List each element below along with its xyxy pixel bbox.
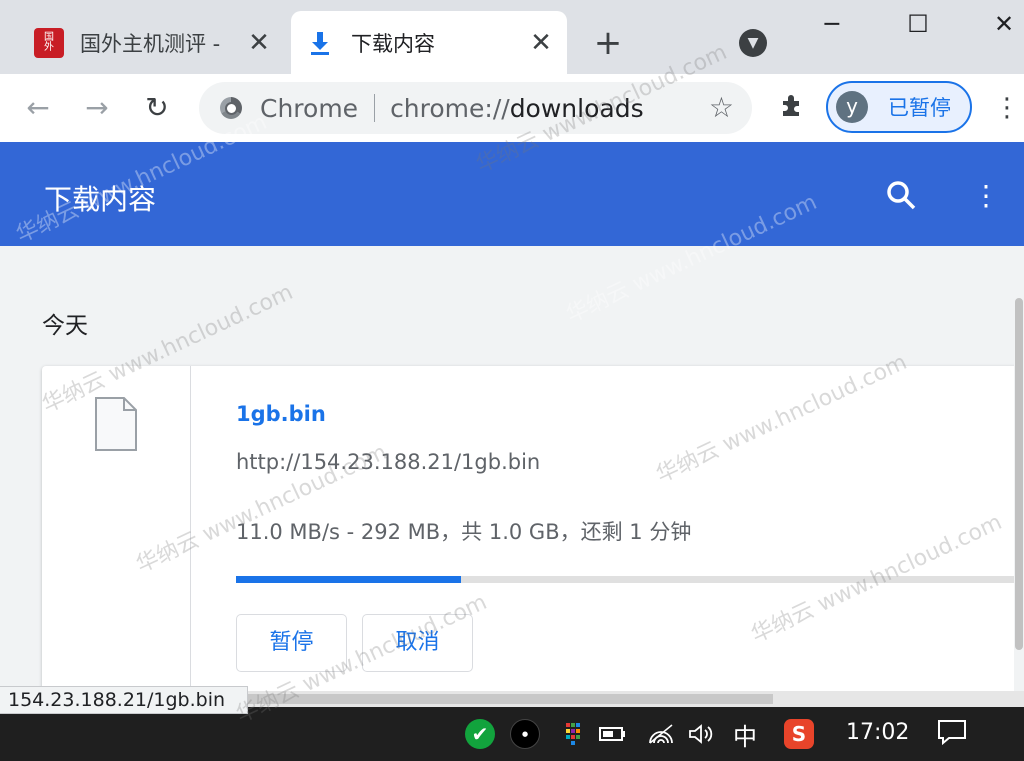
card-divider	[190, 366, 191, 691]
profile-status-label: 已暂停	[888, 96, 951, 120]
progress-fill	[236, 576, 461, 583]
new-tab-button[interactable]: +	[590, 26, 626, 62]
back-arrow-icon[interactable]: ←	[21, 91, 55, 125]
downloads-header: 下载内容 ⋮	[0, 142, 1024, 246]
address-bar[interactable]: Chrome chrome://downloads ☆	[199, 82, 752, 134]
search-icon[interactable]	[884, 178, 920, 214]
site-origin: Chrome	[260, 93, 359, 123]
download-arrow-icon	[305, 28, 335, 58]
downloads-list: 今天 1gb.bin http://154.23.188.21/1gb.bin …	[0, 246, 1024, 691]
file-name-link[interactable]: 1gb.bin	[236, 402, 326, 426]
browser-toolbar: ← → ↻ Chrome chrome://downloads ☆ y 已暂停 …	[0, 74, 1024, 142]
clock[interactable]: 17:02	[846, 720, 909, 745]
cancel-button[interactable]: 取消	[362, 614, 473, 672]
forward-arrow-icon[interactable]: →	[80, 91, 114, 125]
origin-separator	[374, 94, 376, 122]
close-tab-icon[interactable]: ✕	[529, 30, 553, 56]
browser-menu-icon[interactable]: ⋮	[994, 92, 1020, 124]
wifi-icon[interactable]	[646, 719, 676, 749]
tab-search-icon[interactable]: ▼	[739, 29, 767, 57]
security-check-icon[interactable]: ✔	[465, 719, 495, 749]
file-icon	[94, 396, 138, 452]
scrollbar-thumb[interactable]	[248, 694, 773, 704]
extensions-puzzle-icon[interactable]	[776, 92, 808, 124]
page-title: 下载内容	[44, 183, 157, 216]
tab-strip: 国外 国外主机测评 - ✕ 下载内容 ✕ + ▼ ─ ☐ ✕	[0, 0, 1024, 74]
color-grid-icon[interactable]	[558, 719, 588, 749]
download-item: 1gb.bin http://154.23.188.21/1gb.bin 11.…	[42, 366, 1024, 691]
profile-button[interactable]: y 已暂停	[826, 81, 972, 133]
taskbar: ✔ ● 中 S 17:02	[0, 707, 1024, 761]
tab-site[interactable]: 国外 国外主机测评 - ✕	[20, 11, 285, 74]
chrome-logo-icon	[220, 97, 242, 119]
vertical-scrollbar[interactable]	[1014, 246, 1024, 691]
tab-downloads[interactable]: 下载内容 ✕	[291, 11, 567, 74]
site-logo-icon: 国外	[34, 27, 64, 58]
link-status-bubble: 154.23.188.21/1gb.bin	[0, 686, 248, 714]
url-text: chrome://downloads	[390, 93, 644, 123]
battery-icon[interactable]	[598, 719, 628, 749]
close-window-button[interactable]: ✕	[984, 8, 1024, 40]
date-heading: 今天	[42, 313, 88, 339]
reload-icon[interactable]: ↻	[140, 91, 174, 125]
file-url[interactable]: http://154.23.188.21/1gb.bin	[236, 450, 540, 474]
pause-button[interactable]: 暂停	[236, 614, 347, 672]
download-manager-icon[interactable]: ●	[510, 719, 540, 749]
volume-icon[interactable]	[686, 719, 716, 749]
minimize-button[interactable]: ─	[812, 8, 852, 40]
download-progress-bar	[236, 576, 1024, 583]
avatar: y	[836, 91, 868, 123]
close-tab-icon[interactable]: ✕	[247, 30, 271, 56]
scrollbar-thumb[interactable]	[1015, 298, 1023, 650]
tab-title: 下载内容	[351, 31, 435, 56]
bookmark-star-icon[interactable]: ☆	[709, 93, 734, 123]
download-status: 11.0 MB/s - 292 MB，共 1.0 GB，还剩 1 分钟	[236, 520, 692, 544]
sogou-ime-icon[interactable]: S	[784, 719, 814, 749]
downloads-menu-icon[interactable]: ⋮	[972, 178, 1000, 214]
tab-title: 国外主机测评 -	[80, 31, 221, 56]
input-method-indicator[interactable]: 中	[730, 719, 760, 751]
maximize-button[interactable]: ☐	[898, 8, 938, 40]
notification-icon[interactable]	[936, 719, 968, 749]
